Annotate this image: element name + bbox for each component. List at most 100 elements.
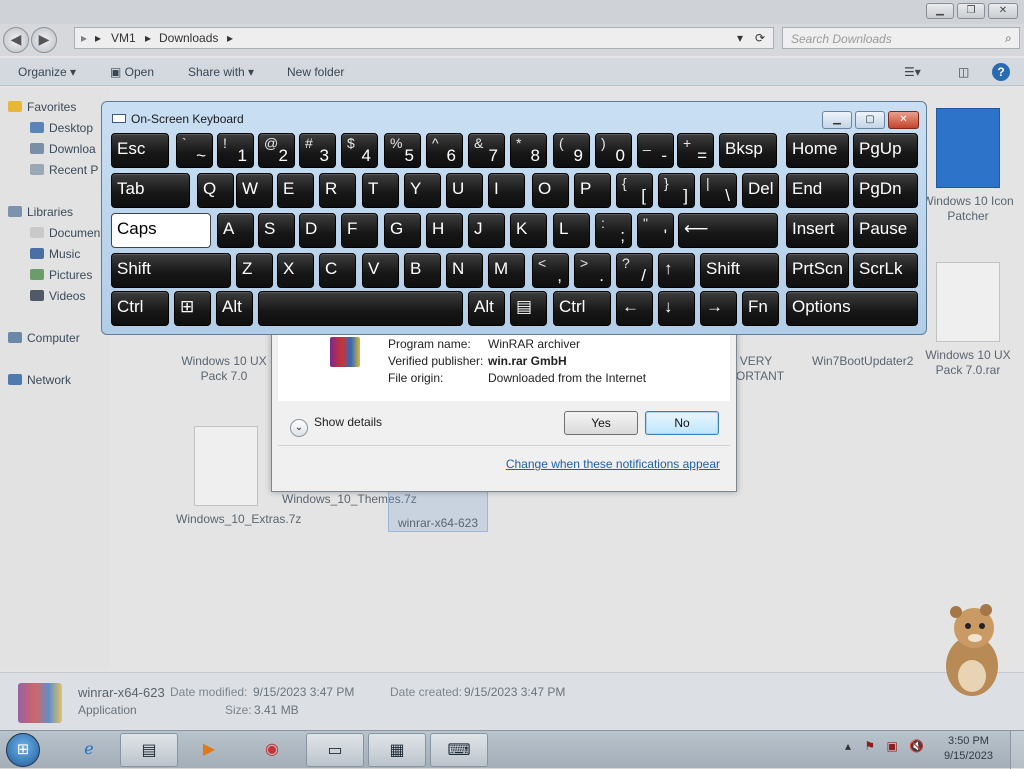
key-comma[interactable]: <,: [532, 253, 569, 288]
key-a[interactable]: A: [217, 213, 254, 248]
share-with-button[interactable]: Share with ▾: [188, 65, 254, 79]
preview-pane-icon[interactable]: ◫: [958, 65, 969, 79]
key-m[interactable]: M: [488, 253, 525, 288]
key-x[interactable]: X: [277, 253, 314, 288]
key-down[interactable]: ↓: [658, 291, 695, 326]
key-menu[interactable]: ▤: [510, 291, 547, 326]
yes-button[interactable]: Yes: [564, 411, 638, 435]
key-t[interactable]: T: [362, 173, 399, 208]
nav-pictures[interactable]: Pictures: [30, 268, 92, 282]
key-pause[interactable]: Pause: [853, 213, 918, 248]
key-enter[interactable]: ⟵: [678, 213, 778, 248]
key-minus[interactable]: _ -: [637, 133, 674, 168]
change-notifications-link[interactable]: Change when these notifications appear: [506, 457, 720, 471]
key-up[interactable]: ↑: [658, 253, 695, 288]
organize-button[interactable]: Organize ▾: [18, 65, 76, 79]
key-e[interactable]: E: [277, 173, 314, 208]
nav-videos[interactable]: Videos: [30, 289, 85, 303]
file-item[interactable]: Windows 10 UX Pack 7.0: [174, 354, 274, 384]
file-item[interactable]: Windows_10_Themes.7z: [282, 492, 417, 507]
key-k3[interactable]: #3: [299, 133, 336, 168]
key-k5[interactable]: % 5: [384, 133, 421, 168]
nav-network[interactable]: Network: [8, 373, 71, 387]
nav-documents[interactable]: Documen: [30, 226, 100, 240]
key-v[interactable]: V: [362, 253, 399, 288]
key-plus[interactable]: + =: [677, 133, 714, 168]
clock[interactable]: 3:50 PM 9/15/2023: [944, 734, 993, 764]
file-item[interactable]: Windows_10_Extras.7z: [176, 426, 301, 527]
key-k1[interactable]: ! 1: [217, 133, 254, 168]
nav-computer[interactable]: Computer: [8, 331, 80, 345]
file-item-selected[interactable]: winrar-x64-623: [388, 488, 488, 532]
open-button[interactable]: ▣ Open: [110, 65, 154, 79]
key-d[interactable]: D: [299, 213, 336, 248]
key-k[interactable]: K: [510, 213, 547, 248]
key-right[interactable]: →: [700, 291, 737, 326]
key-tilde[interactable]: ` ~: [176, 133, 213, 168]
key-fn[interactable]: Fn: [742, 291, 779, 326]
nav-libraries[interactable]: Libraries: [8, 205, 73, 219]
key-win[interactable]: ⊞: [174, 291, 211, 326]
key-r[interactable]: R: [319, 173, 356, 208]
start-button[interactable]: ⊞: [6, 733, 40, 767]
key-lshift[interactable]: Shift: [111, 253, 231, 288]
help-icon[interactable]: ?: [992, 63, 1010, 81]
media-player-icon[interactable]: ▶: [180, 733, 238, 767]
key-w[interactable]: W: [236, 173, 273, 208]
key-n[interactable]: N: [446, 253, 483, 288]
key-k6[interactable]: ^ 6: [426, 133, 463, 168]
key-space[interactable]: [258, 291, 463, 326]
key-left[interactable]: ←: [616, 291, 653, 326]
back-button[interactable]: ◀: [3, 27, 29, 53]
key-ralt[interactable]: Alt: [468, 291, 505, 326]
key-o[interactable]: O: [532, 173, 569, 208]
chevron-down-icon[interactable]: ▾: [737, 31, 743, 45]
chrome-icon[interactable]: ◉: [243, 733, 301, 767]
notepad-icon[interactable]: ▭: [306, 733, 364, 767]
key-rbr[interactable]: }]: [658, 173, 695, 208]
key-k8[interactable]: * 8: [510, 133, 547, 168]
key-h[interactable]: H: [426, 213, 463, 248]
key-del[interactable]: Del: [742, 173, 779, 208]
search-input[interactable]: Search Downloads ⌕: [782, 27, 1020, 49]
file-item[interactable]: Windows 10 UX Pack 7.0.rar: [918, 262, 1018, 378]
key-q[interactable]: Q: [197, 173, 234, 208]
key-dot[interactable]: >.: [574, 253, 611, 288]
key-lctrl[interactable]: Ctrl: [111, 291, 169, 326]
key-c[interactable]: C: [319, 253, 356, 288]
key-home[interactable]: Home: [786, 133, 849, 168]
key-k2[interactable]: @2: [258, 133, 295, 168]
nav-recent[interactable]: Recent P: [30, 163, 98, 177]
key-end[interactable]: End: [786, 173, 849, 208]
key-k0[interactable]: ) 0: [595, 133, 632, 168]
key-lbr[interactable]: {[: [616, 173, 653, 208]
breadcrumb-vm1[interactable]: VM1: [111, 31, 136, 45]
internet-explorer-icon[interactable]: ℯ: [60, 733, 118, 767]
tray-arrow-icon[interactable]: ▴: [845, 739, 851, 753]
key-k7[interactable]: & 7: [468, 133, 505, 168]
key-rctrl[interactable]: Ctrl: [553, 291, 611, 326]
key-l[interactable]: L: [553, 213, 590, 248]
nav-downloads[interactable]: Downloa: [30, 142, 96, 156]
volume-muted-icon[interactable]: 🔇: [909, 739, 924, 753]
show-desktop-button[interactable]: [1010, 731, 1024, 769]
nav-favorites[interactable]: Favorites: [8, 100, 76, 114]
new-folder-button[interactable]: New folder: [287, 65, 344, 79]
key-u[interactable]: U: [446, 173, 483, 208]
key-rshift[interactable]: Shift: [700, 253, 779, 288]
key-f[interactable]: F: [341, 213, 378, 248]
key-p[interactable]: P: [574, 173, 611, 208]
key-caps[interactable]: Caps: [111, 213, 211, 248]
nav-desktop[interactable]: Desktop: [30, 121, 93, 135]
key-esc[interactable]: Esc: [111, 133, 169, 168]
breadcrumb-downloads[interactable]: Downloads: [159, 31, 218, 45]
nav-music[interactable]: Music: [30, 247, 80, 261]
key-i[interactable]: I: [488, 173, 525, 208]
network-alert-icon[interactable]: ▣: [886, 739, 897, 753]
key-b[interactable]: B: [404, 253, 441, 288]
key-lalt[interactable]: Alt: [216, 291, 253, 326]
show-details-toggle[interactable]: ⌄ Show details: [290, 415, 382, 437]
action-center-alert-icon[interactable]: ⚑: [864, 739, 875, 753]
key-semi[interactable]: :;: [595, 213, 632, 248]
key-s[interactable]: S: [258, 213, 295, 248]
